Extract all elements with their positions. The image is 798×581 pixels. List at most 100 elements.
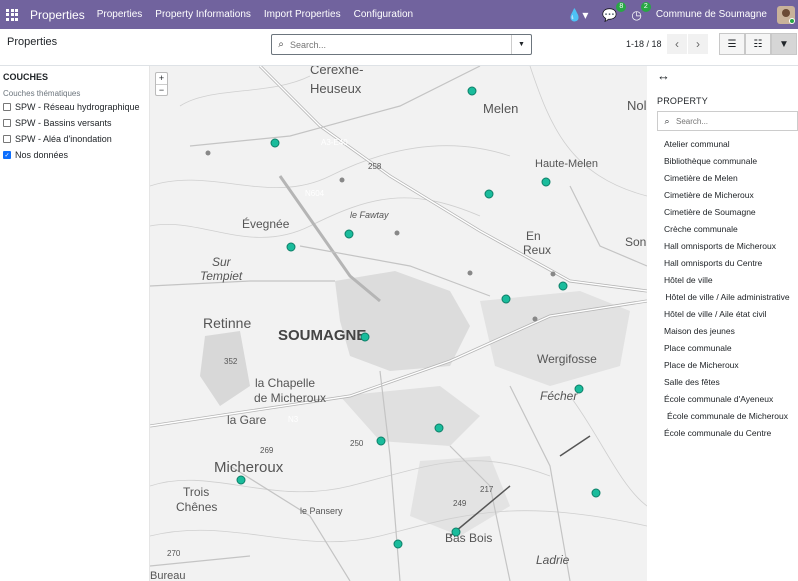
map-label: N3 [288,415,299,424]
property-list-item[interactable]: Cimetière de Melen [657,170,798,187]
layer-checkbox-checked[interactable]: ✓ [3,151,11,159]
property-marker [236,475,246,485]
layers-title: COUCHES [3,72,49,82]
property-marker [286,242,296,252]
user-avatar[interactable] [777,5,795,24]
activities-clock-icon[interactable]: ◷ 2 [631,1,651,22]
map-label: Reux [523,243,551,257]
map-label: la Gare [227,413,267,427]
property-list-item[interactable]: Hall omnisports du Centre [657,255,798,272]
property-panel: ↔ PROPERTY ⌕ Atelier communal Bibliothèq… [647,66,798,581]
search-input[interactable] [290,39,511,50]
zoom-out-button[interactable]: − [156,84,167,95]
pager-previous-button[interactable]: ‹ [667,34,687,54]
property-list-item[interactable]: Cimetière de Micheroux [657,187,798,204]
map-label: le Pansery [300,506,343,516]
property-list-item[interactable]: École communale d'Ayeneux [657,391,798,408]
map-label: 249 [453,499,467,508]
map-label: Fécher [540,389,578,403]
map-label: N604 [305,189,325,198]
map-label: Micheroux [214,459,284,476]
map-label: Haute-Melen [535,158,598,170]
map-canvas[interactable]: + − Cerexhe- Heuseux Melen Nol Haute-Mel… [150,66,647,581]
property-list-item[interactable]: École communale de Micheroux [657,408,798,425]
property-list-item[interactable]: Place de Micheroux [657,357,798,374]
search-options-toggle-icon[interactable]: ▼ [511,35,531,54]
map-label: le Fawtay [350,210,389,220]
zoom-in-button[interactable]: + [156,73,167,84]
pager-next-button[interactable]: › [688,34,708,54]
layer-reseau-hydrographique[interactable]: SPW - Réseau hydrographique [3,102,146,112]
search-bar[interactable]: ⌕ ▼ [271,34,532,55]
map-label: Cerexhe- [310,66,363,77]
layers-subtitle: Couches thématiques [3,89,81,98]
map-label: Tempiet [200,269,243,283]
hierarchy-view-button[interactable]: ☷ [745,33,771,55]
messages-badge: 8 [616,1,627,12]
map-label: SOUMAGNE [278,327,366,344]
app-brand[interactable]: Properties [30,8,85,22]
menu-import-properties[interactable]: Import Properties [264,9,341,20]
map-label: Retinne [203,315,251,331]
map-label: la Chapelle [255,376,315,390]
map-label: 258 [368,162,382,171]
property-marker [467,86,477,96]
property-list-item[interactable]: Crèche communale [657,221,798,238]
layer-alea-inondation[interactable]: SPW - Aléa d'inondation [3,134,146,144]
property-list-item[interactable]: École communale du Centre [657,425,798,442]
top-navbar: Properties Properties Property Informati… [0,0,798,29]
property-marker [360,332,370,342]
property-marker [591,488,601,498]
activities-badge: 2 [640,1,651,12]
property-list-item[interactable]: Hall omnisports de Micheroux [657,238,798,255]
control-panel: Properties ⌕ ▼ 1-18 / 18 ‹ › ☰ ☷ ▼ [0,29,798,66]
map-label: A3-E40 [321,138,348,147]
map-label: de Micheroux [254,391,326,405]
map-label: Bureau [150,570,185,581]
layer-nos-donnees[interactable]: ✓ Nos données [3,150,146,160]
apps-menu-icon[interactable] [6,8,20,22]
panel-collapse-arrows-icon[interactable]: ↔ [657,68,670,83]
map-label: En [526,229,541,243]
layers-panel: COUCHES Couches thématiques SPW - Réseau… [0,66,150,581]
property-marker [501,294,511,304]
property-list-item[interactable]: Cimetière de Soumagne [657,204,798,221]
messages-icon[interactable]: 💬 8 [602,1,627,22]
list-view-button[interactable]: ☰ [719,33,745,55]
menu-configuration[interactable]: Configuration [354,9,413,20]
property-list-item[interactable]: Salle des fêtes [657,374,798,391]
property-list-item[interactable]: Bibliothèque communale [657,153,798,170]
property-list-item[interactable]: Atelier communal [657,136,798,153]
map-label: 270 [167,549,181,558]
layer-checkbox[interactable] [3,119,11,127]
company-switcher[interactable]: Commune de Soumagne [656,9,767,20]
property-search-bar[interactable]: ⌕ [657,111,798,131]
property-list-item[interactable]: Hôtel de ville / Aile administrative [657,289,798,306]
water-drop-icon[interactable]: 💧▾ [567,8,588,22]
property-marker [376,436,386,446]
property-search-input[interactable] [676,116,797,126]
map-label: 250 [350,439,364,448]
map-view-button[interactable]: ▼ [771,33,797,55]
property-list: Atelier communal Bibliothèque communale … [657,136,798,442]
menu-properties[interactable]: Properties [97,9,143,20]
map-label: 217 [480,485,494,494]
map-label: Ladrie [536,553,570,567]
property-list-item[interactable]: Hôtel de ville [657,272,798,289]
property-list-item[interactable]: Place communale [657,340,798,357]
property-marker [434,423,444,433]
property-marker [451,527,461,537]
layer-checkbox[interactable] [3,135,11,143]
property-marker [484,189,494,199]
layer-bassins-versants[interactable]: SPW - Bassins versants [3,118,146,128]
menu-property-informations[interactable]: Property Informations [155,9,251,20]
property-list-item[interactable]: Maison des jeunes [657,323,798,340]
map-label: 269 [260,446,274,455]
property-panel-title: PROPERTY [657,96,708,106]
layer-checkbox[interactable] [3,103,11,111]
map-label: Son [625,235,646,249]
property-marker [344,229,354,239]
map-label: Heuseux [310,81,362,96]
property-list-item[interactable]: Hôtel de ville / Aile état civil [657,306,798,323]
pager-value[interactable]: 1-18 / 18 [626,39,662,49]
